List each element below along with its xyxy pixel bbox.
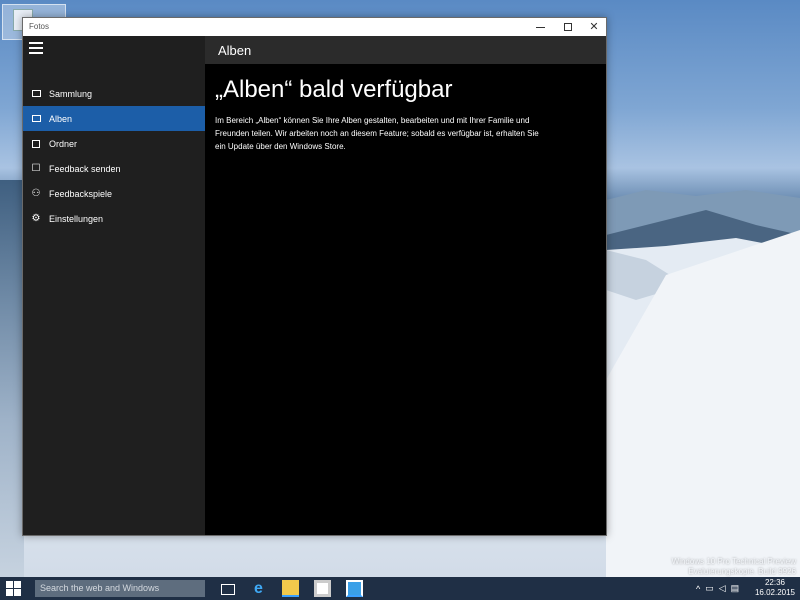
sidebar-item-label: Feedback senden <box>49 163 121 174</box>
hamburger-line <box>29 47 43 49</box>
desktop-wallpaper-left <box>0 180 24 580</box>
photos-app-window: Fotos ✕ Sammlung Alben Ordner ☐ Feedback <box>22 17 607 536</box>
content-body: Im Bereich „Alben“ können Sie Ihre Alben… <box>215 116 539 151</box>
sidebar-nav: Sammlung Alben Ordner ☐ Feedback senden … <box>23 81 205 231</box>
clock-time: 22:36 <box>764 578 786 587</box>
page-header: Alben <box>205 36 606 64</box>
windows-logo-pane <box>14 589 21 596</box>
desktop-wallpaper-mountain <box>606 190 800 580</box>
sidebar-item-label: Sammlung <box>49 88 93 99</box>
hamburger-icon <box>29 42 43 44</box>
album-icon <box>23 115 49 122</box>
hamburger-menu-button[interactable] <box>29 42 45 56</box>
content-heading: „Alben“ bald verfügbar <box>215 76 453 103</box>
sidebar-item-label: Ordner <box>49 138 78 149</box>
close-icon: ✕ <box>589 20 599 33</box>
sidebar-item-label: Einstellungen <box>49 213 104 224</box>
sidebar-item-feedback-senden[interactable]: ☐ Feedback senden <box>23 156 205 181</box>
hamburger-line <box>29 52 43 54</box>
windows-store-icon[interactable] <box>314 580 331 597</box>
sidebar-item-einstellungen[interactable]: ⚙ Einstellungen <box>23 206 205 231</box>
main-content: „Alben“ bald verfügbar Im Bereich „Alben… <box>205 64 606 535</box>
clock-date: 16.02.2015 <box>754 588 796 597</box>
close-button[interactable]: ✕ <box>580 18 608 36</box>
file-explorer-icon[interactable] <box>282 580 299 597</box>
internet-explorer-icon[interactable]: e <box>250 580 267 597</box>
search-placeholder: Search the web and Windows <box>40 583 160 593</box>
task-view-icon[interactable] <box>220 580 237 597</box>
windows-logo-pane <box>14 581 21 588</box>
window-title: Fotos <box>29 22 50 31</box>
taskbar-clock[interactable]: 22:36 16.02.2015 <box>752 578 798 598</box>
watermark-line-2: Evaluierungskopie. Build 9926 <box>688 567 796 576</box>
sidebar-item-label: Alben <box>49 113 73 124</box>
photos-app-icon[interactable] <box>346 580 363 597</box>
start-button[interactable] <box>6 581 22 596</box>
title-bar[interactable]: Fotos ✕ <box>23 18 606 36</box>
maximize-button[interactable] <box>554 18 582 36</box>
gear-icon: ⚙ <box>31 213 41 224</box>
network-icon[interactable]: ▭ <box>705 583 714 594</box>
taskbar: Search the web and Windows e ^ ▭ ◁ ▤ 22:… <box>0 577 800 600</box>
desktop-watermark: Windows 10 Pro Technical Preview Evaluie… <box>672 557 796 577</box>
chevron-up-icon[interactable]: ^ <box>696 584 700 594</box>
volume-icon[interactable]: ◁ <box>719 583 726 594</box>
sidebar: Sammlung Alben Ordner ☐ Feedback senden … <box>23 36 205 535</box>
sidebar-item-ordner[interactable]: Ordner <box>23 131 205 156</box>
action-center-icon[interactable]: ▤ <box>731 583 740 594</box>
windows-logo-pane <box>6 589 13 596</box>
system-tray: ^ ▭ ◁ ▤ <box>696 582 754 595</box>
page-title: Alben <box>218 43 252 58</box>
sidebar-item-sammlung[interactable]: Sammlung <box>23 81 205 106</box>
windows-logo-icon <box>6 581 13 588</box>
watermark-line-1: Windows 10 Pro Technical Preview <box>671 557 796 566</box>
maximize-icon <box>564 23 572 31</box>
sidebar-item-feedbackspiele[interactable]: ⚇ Feedbackspiele <box>23 181 205 206</box>
sidebar-item-label: Feedbackspiele <box>49 188 113 199</box>
minimize-button[interactable] <box>526 18 554 36</box>
sidebar-item-alben[interactable]: Alben <box>23 106 205 131</box>
minimize-icon <box>535 26 545 28</box>
taskbar-search-box[interactable]: Search the web and Windows <box>35 580 205 597</box>
collection-icon <box>23 90 49 97</box>
folder-icon <box>23 139 49 148</box>
feedback-icon: ☐ <box>31 163 41 174</box>
people-icon: ⚇ <box>31 188 41 199</box>
